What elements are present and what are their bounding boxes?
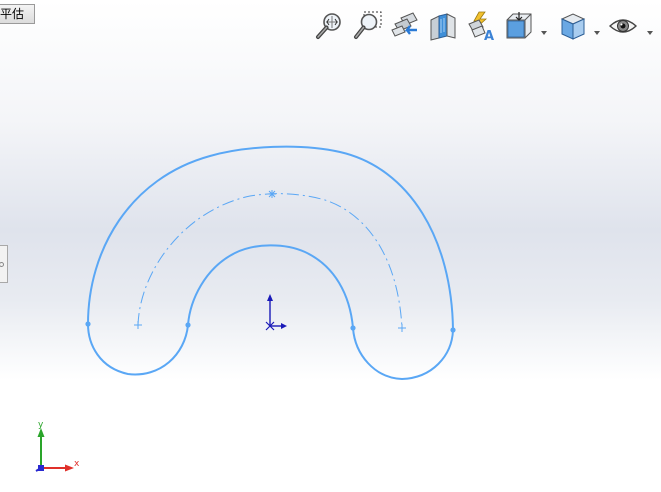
reference-triad: y x (24, 420, 84, 480)
centerline-endpoint[interactable] (134, 321, 142, 329)
graphics-area[interactable]: 平估 A y x (0, 0, 661, 492)
sketch-left-end-cap[interactable] (87, 323, 189, 376)
triad-y-label: y (38, 420, 44, 430)
sketch-right-end-cap[interactable] (352, 327, 454, 381)
sketch-point[interactable] (450, 327, 456, 333)
triad-x-label: x (74, 459, 80, 469)
sketch-origin-icon[interactable] (265, 294, 287, 331)
sketch-canvas[interactable] (0, 0, 661, 492)
triad-axes-icon (35, 428, 74, 472)
sketch-point[interactable] (85, 321, 91, 327)
centerline-endpoint[interactable] (398, 324, 406, 332)
sketch-point[interactable] (350, 325, 356, 331)
sketch-point[interactable] (185, 322, 191, 328)
arc-midpoint-marker[interactable] (268, 190, 276, 198)
